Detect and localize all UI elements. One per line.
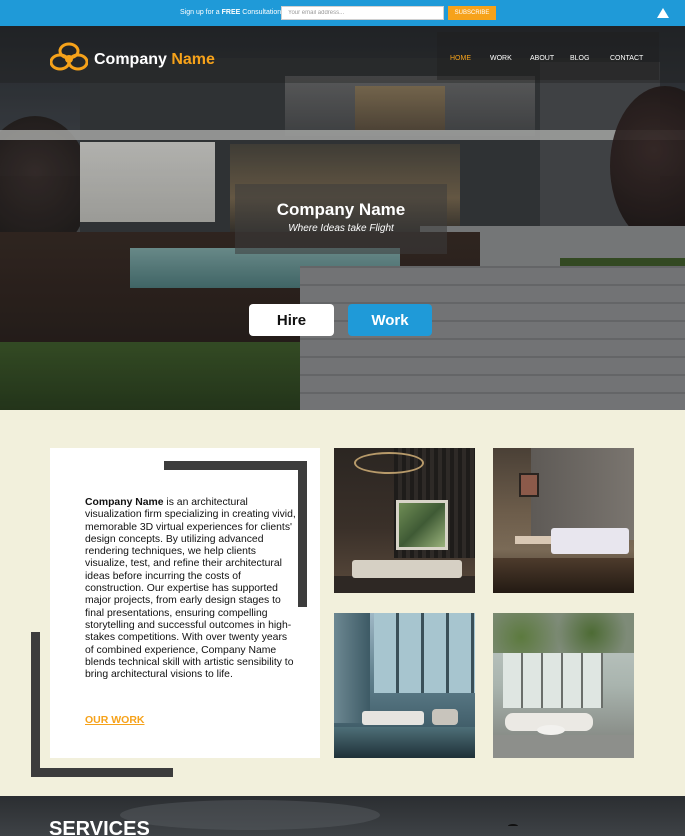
thumb1-painting [396,500,448,550]
main-nav: Company Name HOME WORK ABOUT BLOG CONTAC… [0,26,685,83]
about-body: is an architectural visualization firm s… [85,497,296,681]
thumb3-sofa [362,711,424,725]
thumb2-frame [519,473,539,497]
signup-free: FREE [221,9,241,16]
gallery-image-lounge[interactable] [493,448,634,593]
triangle-up-icon[interactable] [657,8,669,18]
thumb1-lamp [354,452,424,474]
about-company-name: Company Name [85,497,164,508]
nav-item-contact[interactable]: CONTACT [610,55,643,62]
services-cloud [120,800,380,830]
subscribe-button[interactable]: SUBSCRIBE [448,6,496,20]
brand-name-part2: Name [171,51,215,68]
thumb4-window [503,653,603,708]
email-input[interactable] [281,6,444,20]
thumb1-sofa [352,560,462,578]
nav-item-about[interactable]: ABOUT [530,55,554,62]
gallery-image-garden-lounge[interactable] [493,613,634,758]
thumb3-floor [334,727,475,758]
nav-item-work[interactable]: WORK [490,55,512,62]
brand-name-part1: Company [94,51,172,68]
our-work-link[interactable]: OUR WORK [85,714,145,726]
thumb4-floor [493,735,634,758]
signup-text: Sign up for a FREE Consultation [180,9,281,16]
brand-name[interactable]: Company Name [94,51,215,69]
hero-tagline: Where Ideas take Flight [288,223,394,234]
flower-logo-icon[interactable] [50,42,88,74]
signup-bar: Sign up for a FREE Consultation SUBSCRIB… [0,0,685,26]
gallery-image-atrium[interactable] [334,613,475,758]
nav-item-blog[interactable]: BLOG [570,55,589,62]
thumb2-table [515,536,551,544]
work-button[interactable]: Work [348,304,432,336]
hire-button[interactable]: Hire [249,304,334,336]
thumb4-plants [493,613,634,653]
signup-suffix: Consultation [240,9,282,16]
services-title: SERVICES [49,818,150,836]
thumb2-floor [493,558,634,593]
thumb4-table [537,725,565,735]
about-text: Company Name is an architectural visuali… [85,497,297,681]
thumb1-floor [334,576,475,593]
thumb2-sofa [551,528,629,554]
signup-prefix: Sign up for a [180,9,222,16]
thumb3-pillar [334,613,370,723]
hero-title: Company Name [276,200,406,219]
thumb2-wall [531,448,634,540]
thumb3-chair [432,709,458,725]
bird-icon [508,824,518,828]
nav-item-home[interactable]: HOME [450,55,471,62]
gallery-image-living-room-dark[interactable] [334,448,475,593]
thumb3-glass [374,613,475,693]
